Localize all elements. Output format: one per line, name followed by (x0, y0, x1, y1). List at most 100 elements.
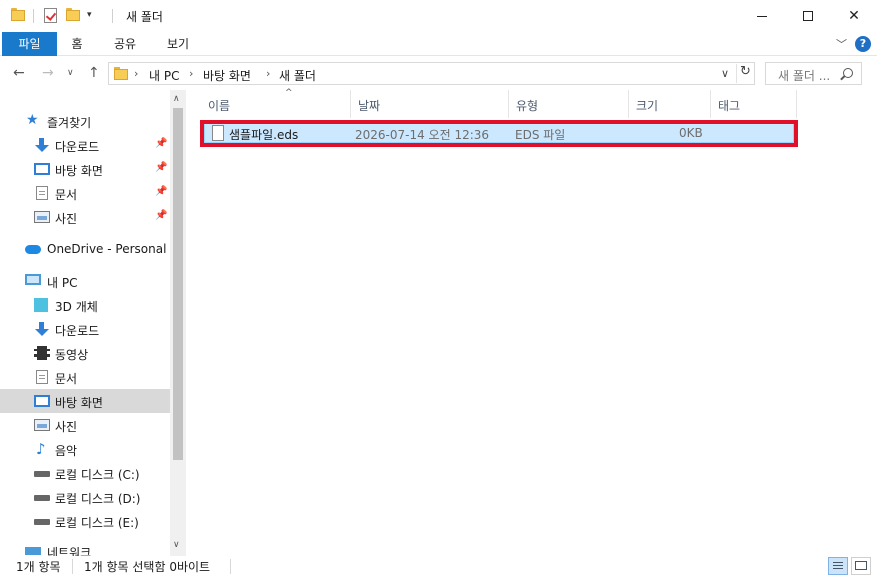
recent-locations-chevron-icon[interactable]: ∨ (67, 68, 74, 78)
window-title: 새 폴더 (126, 10, 163, 24)
nav-label: OneDrive - Personal (47, 242, 167, 256)
tab-home[interactable]: 홈 (62, 32, 92, 56)
nav-desktop-pinned[interactable]: 바탕 화면 📌 (0, 157, 170, 181)
nav-label: 내 PC (47, 276, 78, 290)
address-bar[interactable]: › 내 PC › 바탕 화면 › 새 폴더 ∨ ↻ (108, 62, 755, 85)
nav-label: 3D 개체 (55, 300, 98, 314)
new-folder-icon[interactable] (66, 8, 80, 22)
column-header-type[interactable]: 유형 (508, 90, 628, 118)
details-view-icon (833, 562, 843, 563)
drive-icon (34, 519, 50, 525)
tab-share[interactable]: 공유 (106, 32, 144, 56)
tab-view[interactable]: 보기 (159, 32, 197, 56)
document-icon (36, 186, 48, 200)
download-arrow-icon (34, 138, 50, 152)
divider (230, 559, 231, 574)
up-arrow-icon[interactable]: ↑ (88, 65, 100, 81)
nav-label: 즐겨찾기 (47, 116, 92, 130)
chevron-right-icon[interactable]: › (266, 67, 270, 80)
column-label: 크기 (636, 99, 659, 113)
nav-videos[interactable]: 동영상 (0, 341, 170, 365)
nav-label: 네트워크 (47, 546, 92, 556)
nav-label: 문서 (55, 372, 78, 386)
drive-icon (34, 471, 50, 477)
nav-label: 로컬 디스크 (E:) (55, 516, 139, 530)
nav-onedrive[interactable]: OneDrive - Personal (0, 237, 170, 261)
close-button[interactable]: ✕ (831, 0, 877, 32)
picture-icon (34, 211, 50, 223)
details-view-button[interactable] (828, 557, 848, 575)
nav-scrollbar[interactable]: ∧ ∨ (170, 90, 186, 556)
network-icon (25, 547, 41, 555)
column-divider[interactable] (796, 90, 797, 118)
search-input[interactable]: 새 폴더 ... (765, 62, 862, 85)
nav-label: 음악 (55, 444, 78, 458)
breadcrumb-my-pc[interactable]: 내 PC (149, 67, 179, 84)
minimize-button[interactable] (739, 0, 785, 32)
close-icon: ✕ (848, 8, 860, 24)
nav-label: 사진 (55, 212, 78, 226)
sort-ascending-icon: ^ (285, 88, 293, 98)
chevron-right-icon[interactable]: › (189, 67, 193, 80)
nav-downloads[interactable]: 다운로드 (0, 317, 170, 341)
nav-music[interactable]: ♪ 음악 (0, 437, 170, 461)
nav-documents[interactable]: 문서 (0, 365, 170, 389)
nav-local-disk-c[interactable]: 로컬 디스크 (C:) (0, 461, 170, 485)
navigation-pane: ★ 즐겨찾기 다운로드 📌 바탕 화면 📌 문서 📌 사진 📌 OneDrive… (0, 90, 186, 556)
expand-ribbon-chevron-icon[interactable]: ﹀ (836, 36, 847, 52)
search-icon[interactable] (843, 68, 853, 78)
folder-icon (114, 67, 128, 80)
customize-toolbar-dropdown[interactable]: ▾ (87, 10, 92, 20)
column-label: 태그 (718, 99, 741, 113)
scroll-up-icon[interactable]: ∧ (173, 94, 180, 104)
help-icon[interactable]: ? (855, 36, 871, 52)
download-arrow-icon (34, 322, 50, 336)
nav-documents-pinned[interactable]: 문서 📌 (0, 181, 170, 205)
pin-icon: 📌 (155, 162, 168, 173)
star-icon: ★ (26, 112, 39, 128)
divider (33, 9, 34, 23)
column-header-size[interactable]: 크기 (628, 90, 710, 118)
column-header-name[interactable]: ^ 이름 (200, 88, 350, 118)
large-icons-view-button[interactable] (851, 557, 871, 575)
tab-file[interactable]: 파일 (2, 32, 57, 56)
nav-local-disk-e[interactable]: 로컬 디스크 (E:) (0, 509, 170, 533)
nav-3d-objects[interactable]: 3D 개체 (0, 293, 170, 317)
nav-network[interactable]: 네트워크 (0, 539, 170, 556)
nav-label: 로컬 디스크 (C:) (55, 468, 140, 482)
large-icons-view-icon (855, 561, 867, 570)
nav-local-disk-d[interactable]: 로컬 디스크 (D:) (0, 485, 170, 509)
nav-this-pc[interactable]: 내 PC (0, 269, 170, 293)
picture-icon (34, 419, 50, 431)
chevron-right-icon[interactable]: › (134, 67, 138, 80)
search-placeholder: 새 폴더 ... (778, 69, 831, 83)
properties-icon[interactable] (44, 8, 57, 23)
column-header-date[interactable]: 날짜 (350, 90, 508, 118)
folder-icon (11, 8, 25, 22)
breadcrumb-new-folder[interactable]: 새 폴더 (279, 67, 316, 84)
nav-pictures-pinned[interactable]: 사진 📌 (0, 205, 170, 229)
column-label: 날짜 (358, 99, 381, 113)
breadcrumb-desktop[interactable]: 바탕 화면 (203, 67, 251, 84)
address-history-dropdown-icon[interactable]: ∨ (721, 67, 729, 80)
nav-desktop[interactable]: 바탕 화면 (0, 389, 170, 413)
nav-downloads-pinned[interactable]: 다운로드 📌 (0, 133, 170, 157)
divider (112, 9, 113, 23)
column-header-tags[interactable]: 태그 (710, 90, 796, 118)
pin-icon: 📌 (155, 210, 168, 221)
nav-label: 문서 (55, 188, 78, 202)
scroll-down-icon[interactable]: ∨ (173, 540, 180, 550)
nav-label: 사진 (55, 420, 78, 434)
forward-arrow-icon[interactable]: → (42, 65, 54, 81)
item-count: 1개 항목 (16, 560, 61, 574)
back-arrow-icon[interactable]: ← (13, 65, 25, 81)
nav-quick-access[interactable]: ★ 즐겨찾기 (0, 109, 170, 133)
nav-pictures[interactable]: 사진 (0, 413, 170, 437)
drive-icon (34, 495, 50, 501)
scrollbar-thumb[interactable] (173, 108, 183, 460)
nav-label: 다운로드 (55, 324, 100, 338)
desktop-icon (34, 163, 50, 175)
maximize-button[interactable] (785, 0, 831, 32)
refresh-icon[interactable]: ↻ (736, 64, 754, 83)
nav-label: 로컬 디스크 (D:) (55, 492, 141, 506)
